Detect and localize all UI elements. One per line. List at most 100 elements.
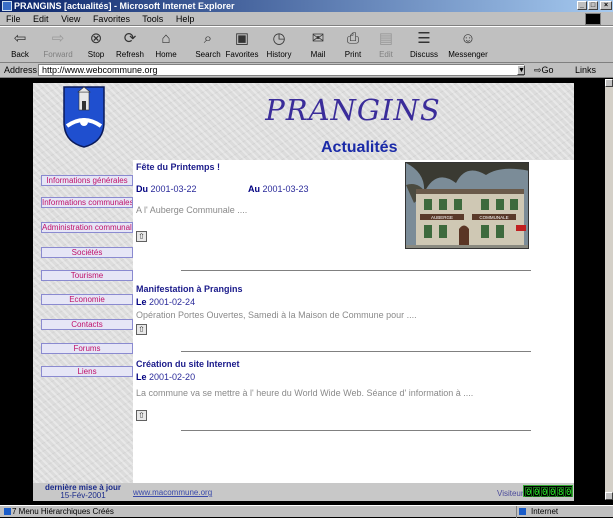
nav-informations-generales[interactable]: Informations générales [41,175,133,186]
site-logo: PRANGINS [265,93,441,127]
nav-economie[interactable]: Economie [41,294,133,305]
auberge-photo: AUBERGE COMMUNALE [405,162,529,249]
scroll-down-icon[interactable] [605,492,613,500]
go-button[interactable]: ⇨Go [534,63,554,78]
vertical-scrollbar[interactable] [605,79,613,500]
address-label: Address [4,65,38,75]
nav-liens[interactable]: Liens [41,366,133,377]
nav-informations-communales[interactable]: Informations communales [41,197,133,208]
address-input[interactable]: http://www.webcommune.org [38,64,524,76]
article-divider [181,270,531,271]
page-subtitle: Actualités [321,139,398,156]
news-content: Fête du Printemps ! Du 2001-03-22 Au 200… [133,160,574,483]
counter-digit: 0 [533,487,540,498]
scroll-up-icon[interactable] [605,79,613,87]
discuss-icon: ☰ [417,30,431,47]
toolbar: ⇦ Back ⇨ Forward ⊗ Stop ⟳ Refresh ⌂ Home ⌕ Sea… [0,26,613,63]
search-icon: ⌕ [203,30,213,47]
home-icon: ⌂ [161,30,171,47]
stop-icon: ⊗ [89,30,103,47]
page-footer: dernière mise à jour 15-Fév-2001 www.mac… [33,483,574,501]
last-update-date: 15-Fév-2001 [60,491,106,500]
address-bar: Address http://www.webcommune.org ▼ ⇨Go … [0,63,613,78]
window-title: PRANGINS [actualités] - Microsoft Intern… [14,1,235,11]
chevron-down-icon[interactable]: ▼ [517,65,525,75]
maximize-icon[interactable]: □ [588,1,598,10]
counter-digit: 0 [541,487,548,498]
back-arrow-icon: ⇦ [13,30,27,47]
edit-icon: ▤ [378,30,394,47]
visitor-counter: 000080 [523,485,573,498]
favorites-icon: ▣ [234,30,250,47]
page-icon [4,508,11,515]
article-date: Le 2001-02-20 [136,372,196,382]
edit-button[interactable]: ▤ Edit [368,28,404,59]
forward-button[interactable]: ⇨ Forward [40,28,76,59]
history-button[interactable]: ◷ History [261,28,297,59]
article-summary: A l' Auberge Communale .... [136,205,248,215]
site-link[interactable]: www.macommune.org [133,488,212,497]
mail-button[interactable]: ✉ Mail [300,28,336,59]
article-title[interactable]: Fête du Printemps ! [136,162,220,172]
auberge-building-image: AUBERGE COMMUNALE [406,163,528,248]
nav-societes[interactable]: Sociétés [41,247,133,258]
up-arrow-icon[interactable]: ⇧ [136,231,147,242]
back-button[interactable]: ⇦ Back [2,28,38,59]
stop-button[interactable]: ⊗ Stop [78,28,114,59]
svg-text:AUBERGE: AUBERGE [431,215,453,220]
status-text: 7 Menu Hiérarchiques Créés [2,506,114,518]
messenger-button[interactable]: ☺ Messenger [446,28,490,59]
discuss-button[interactable]: ☰ Discuss [406,28,442,59]
menu-view[interactable]: View [61,14,80,24]
refresh-button[interactable]: ⟳ Refresh [112,28,148,59]
article-date: Le 2001-02-24 [136,297,196,307]
nav-tourisme[interactable]: Tourisme [41,270,133,281]
up-arrow-icon[interactable]: ⇧ [136,410,147,421]
messenger-icon: ☺ [460,30,476,47]
print-icon: ⎙ [346,30,359,47]
article-title[interactable]: Manifestation à Prangins [136,284,243,294]
history-icon: ◷ [272,30,286,47]
go-arrow-icon: ⇨ [534,65,542,75]
article-summary: La commune va se mettre à l' heure du Wo… [136,388,474,398]
article-date: Du 2001-03-22 [136,184,197,194]
counter-digit: 8 [557,487,564,498]
print-button[interactable]: ⎙ Print [335,28,371,59]
refresh-icon: ⟳ [123,30,137,47]
svg-text:COMMUNALE: COMMUNALE [479,215,508,220]
forward-arrow-icon: ⇨ [51,30,65,47]
coat-of-arms-icon [63,86,105,148]
ie-icon [2,1,12,11]
close-icon[interactable]: × [600,1,612,10]
minimize-icon[interactable]: _ [577,1,587,10]
security-zone: Internet [516,506,611,518]
menu-help[interactable]: Help [176,14,195,24]
favorites-button[interactable]: ▣ Favorites [224,28,260,59]
article-divider [181,430,531,431]
nav-administration-communale[interactable]: Administration communale [41,222,133,233]
globe-icon [519,508,526,515]
browser-window: PRANGINS [actualités] - Microsoft Intern… [0,0,613,518]
menu-favorites[interactable]: Favorites [93,14,130,24]
links-button[interactable]: Links [575,63,596,78]
counter-digit: 0 [525,487,532,498]
article-title[interactable]: Création du site Internet [136,359,240,369]
home-button[interactable]: ⌂ Home [148,28,184,59]
menu-edit[interactable]: Edit [33,14,49,24]
status-bar: 7 Menu Hiérarchiques Créés Internet [0,505,613,518]
counter-digit: 0 [565,487,572,498]
web-page: PRANGINS Actualités Informations général… [33,83,574,501]
menu-file[interactable]: File [6,14,21,24]
windows-logo-icon [585,13,601,25]
menu-tools[interactable]: Tools [142,14,163,24]
search-button[interactable]: ⌕ Search [190,28,226,59]
menu-bar: File Edit View Favorites Tools Help [0,12,613,26]
nav-forums[interactable]: Forums [41,343,133,354]
title-bar: PRANGINS [actualités] - Microsoft Intern… [0,0,613,12]
article-summary: Opération Portes Ouvertes, Samedi à la M… [136,310,417,320]
article-end-date: Au 2001-03-23 [248,184,309,194]
article-divider [181,351,531,352]
nav-contacts[interactable]: Contacts [41,319,133,330]
counter-digit: 0 [549,487,556,498]
up-arrow-icon[interactable]: ⇧ [136,324,147,335]
